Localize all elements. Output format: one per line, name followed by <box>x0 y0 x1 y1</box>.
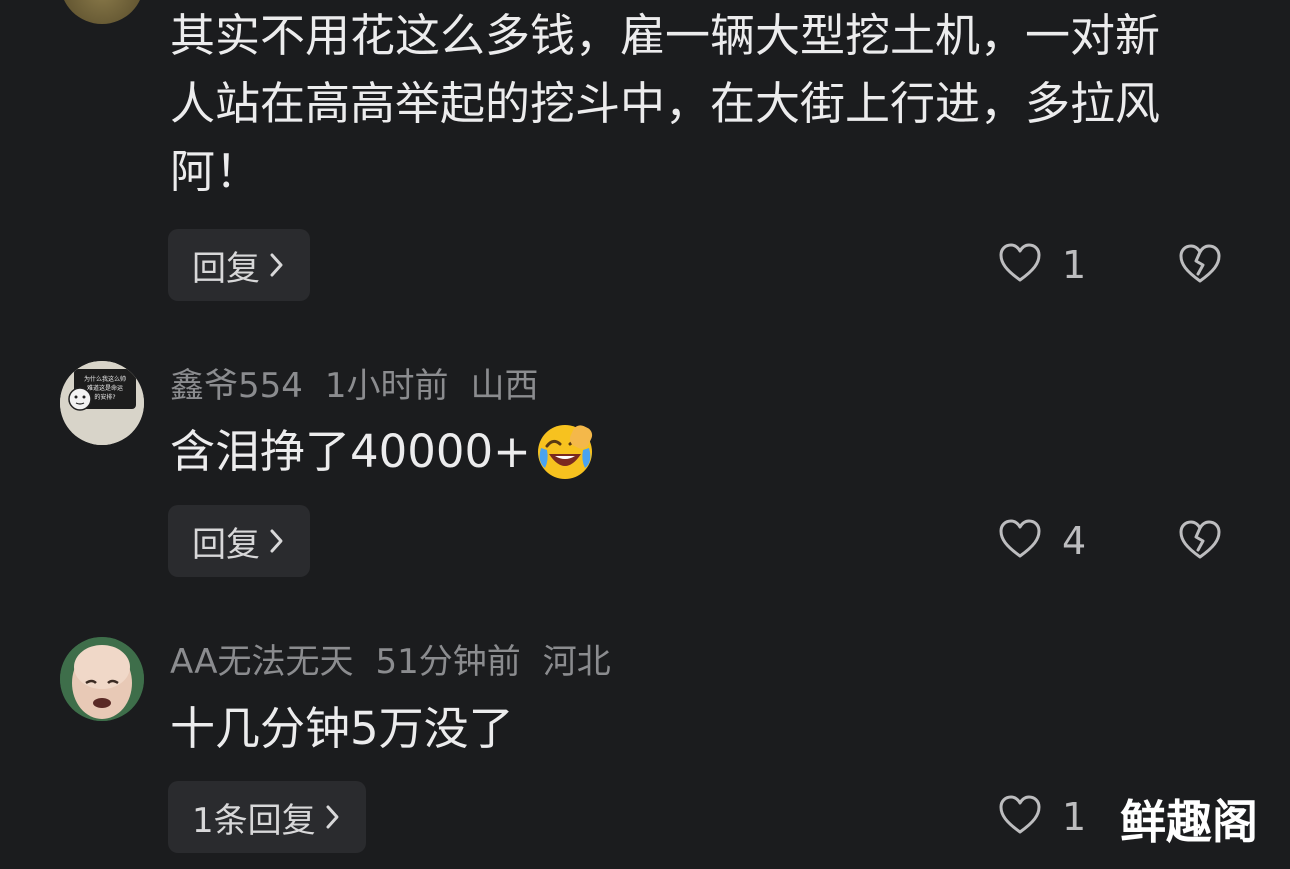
svg-text:的安排?: 的安排? <box>94 393 115 401</box>
comment-meta: 鑫爷554 1小时前 山西 <box>170 366 561 406</box>
svg-text:难道这是命运: 难道这是命运 <box>87 384 123 392</box>
reply-button[interactable]: 回复 <box>168 229 310 301</box>
comment-text: 其实不用花这么多钱，雇一辆大型挖土机，一对新 人站在高高举起的挖斗中，在大街上行… <box>170 9 1161 198</box>
chevron-right-icon <box>268 251 286 279</box>
reply-button-label: 回复 <box>192 524 260 565</box>
comment-text: 含泪挣了40000+ <box>170 418 1230 486</box>
chevron-right-icon <box>324 803 342 831</box>
location: 山西 <box>470 366 539 406</box>
username[interactable]: AA无法无天 <box>170 642 353 682</box>
comment-meta: AA无法无天 51分钟前 河北 <box>170 642 633 682</box>
chevron-right-icon <box>268 527 286 555</box>
comment-text: 十几分钟5万没了 <box>170 702 514 755</box>
timestamp: 1小时前 <box>324 366 449 406</box>
comment-text-content: 含泪挣了40000+ <box>170 425 531 478</box>
like-count: 4 <box>1062 519 1087 563</box>
like-count: 1 <box>1062 243 1087 287</box>
broken-heart-icon <box>1178 520 1222 565</box>
reply-button-label: 1条回复 <box>192 800 316 841</box>
heart-icon <box>998 242 1042 288</box>
like-button[interactable]: 1 <box>998 243 1086 287</box>
dislike-button[interactable] <box>1178 519 1222 563</box>
timestamp: 51分钟前 <box>375 642 521 682</box>
laughing-crying-emoji-icon <box>535 422 595 482</box>
dislike-button[interactable] <box>1178 243 1222 287</box>
reply-button[interactable]: 1条回复 <box>168 781 366 853</box>
watermark: 鲜趣阁 <box>1120 795 1258 849</box>
location: 河北 <box>542 642 611 682</box>
heart-icon <box>998 794 1042 840</box>
username[interactable]: 鑫爷554 <box>170 366 303 406</box>
like-button[interactable]: 1 <box>998 795 1086 839</box>
reply-button[interactable]: 回复 <box>168 505 310 577</box>
broken-heart-icon <box>1178 244 1222 289</box>
like-button[interactable]: 4 <box>998 519 1086 563</box>
heart-icon <box>998 518 1042 564</box>
avatar[interactable] <box>60 637 144 721</box>
like-count: 1 <box>1062 795 1087 839</box>
svg-text:为什么我这么帅: 为什么我这么帅 <box>84 375 126 383</box>
reply-button-label: 回复 <box>192 248 260 289</box>
avatar[interactable]: 为什么我这么帅 难道这是命运 的安排? <box>60 361 144 445</box>
avatar[interactable] <box>60 0 144 24</box>
